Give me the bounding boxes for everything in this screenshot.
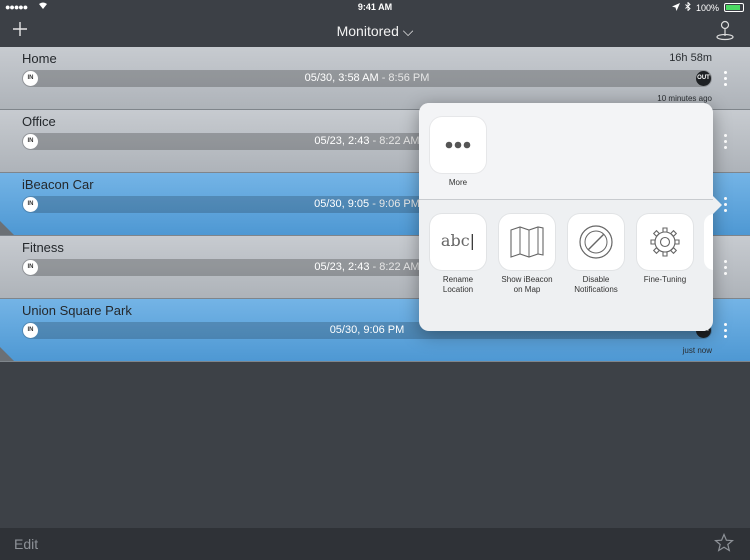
- range-start: 05/30, 9:06 PM: [329, 324, 405, 336]
- location-name: Home: [22, 51, 57, 66]
- fine-tuning-label: Fine-Tuning: [643, 275, 687, 284]
- range-start: 05/30, 3:58 AM: [304, 72, 379, 84]
- location-name: Office: [22, 114, 56, 129]
- show-on-map-label: Show iBeacon on Map: [501, 275, 553, 294]
- battery-percent: 100%: [695, 2, 719, 13]
- visit-range: 05/30, 3:58 AM - 8:56 PM: [22, 72, 712, 84]
- rename-icon-text: abc: [440, 231, 470, 250]
- ellipsis-icon: [445, 141, 471, 149]
- disable-icon: [579, 225, 613, 259]
- rename-location-action[interactable]: abc| Rename Location: [428, 214, 488, 295]
- duration-label: 16h 58m: [669, 52, 712, 64]
- fine-tuning-tile: [637, 214, 693, 270]
- gear-icon: [650, 227, 680, 257]
- range-end: - 8:22 AM: [372, 135, 420, 147]
- row-more-button[interactable]: [724, 260, 728, 276]
- location-name: Fitness: [22, 240, 64, 255]
- map-tile: [499, 214, 555, 270]
- map-pin-icon: [716, 20, 734, 41]
- location-name: iBeacon Car: [22, 177, 94, 192]
- navigation-bar: Monitored ⌵: [0, 14, 750, 47]
- star-icon: [713, 532, 735, 552]
- map-icon: [510, 226, 544, 258]
- filter-title-dropdown[interactable]: Monitored ⌵: [0, 23, 750, 40]
- row-more-button[interactable]: [724, 71, 728, 87]
- range-start: 05/23, 2:43: [314, 261, 370, 273]
- row-more-button[interactable]: [724, 134, 728, 150]
- disable-notifications-action[interactable]: Disable Notifications: [566, 214, 626, 295]
- status-bar: ●●●●● 9:41 AM 100%: [0, 0, 750, 14]
- action-sheet-divider: [419, 199, 713, 200]
- more-tile: [430, 117, 486, 173]
- map-pin-button[interactable]: [714, 19, 736, 41]
- last-seen-label: 10 minutes ago: [657, 94, 712, 103]
- bottom-toolbar: Edit: [0, 528, 750, 560]
- disable-tile: [568, 214, 624, 270]
- row-more-button[interactable]: [724, 197, 728, 213]
- rename-location-label: Rename Location: [442, 275, 474, 294]
- abc-rename-icon: abc|: [440, 231, 476, 250]
- edit-button[interactable]: Edit: [14, 536, 38, 552]
- out-badge: OUT: [696, 71, 711, 86]
- beacon-corner-marker: [0, 347, 14, 361]
- range-start: 05/23, 2:43: [314, 135, 370, 147]
- more-action[interactable]: More: [428, 117, 488, 188]
- favorites-button[interactable]: [713, 532, 735, 553]
- more-label: More: [448, 178, 468, 187]
- bluetooth-icon: [685, 1, 691, 13]
- rename-tile: abc|: [430, 214, 486, 270]
- clock: 9:41 AM: [357, 2, 393, 12]
- disable-notifications-label: Disable Notifications: [574, 275, 618, 294]
- location-name: Union Square Park: [22, 303, 132, 318]
- range-end: - 8:22 AM: [372, 261, 420, 273]
- row-more-button[interactable]: [724, 323, 728, 339]
- action-sheet-popover: More abc| Rename Location Show iBeacon o…: [419, 103, 713, 331]
- range-start: 05/30, 9:05: [314, 198, 370, 210]
- location-row-home[interactable]: Home 16h 58m IN 05/30, 3:58 AM - 8:56 PM…: [0, 47, 750, 110]
- location-arrow-icon: [671, 2, 680, 13]
- range-end: - 8:56 PM: [381, 72, 430, 84]
- show-on-map-action[interactable]: Show iBeacon on Map: [497, 214, 557, 295]
- battery-icon: [724, 3, 744, 12]
- fine-tuning-action[interactable]: Fine-Tuning: [635, 214, 695, 285]
- popover-arrow: [713, 196, 722, 214]
- beacon-corner-marker: [0, 221, 14, 235]
- visit-timeline-bar: IN 05/30, 3:58 AM - 8:56 PM OUT: [22, 70, 712, 87]
- last-seen-label: just now: [682, 346, 712, 355]
- range-end: - 9:06 PM: [372, 198, 420, 210]
- next-action-tile-partial[interactable]: [704, 214, 713, 270]
